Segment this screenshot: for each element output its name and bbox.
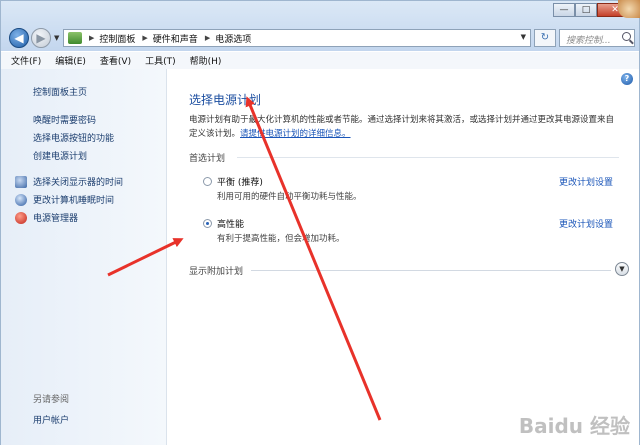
menu-file[interactable]: 文件(F)	[11, 54, 41, 67]
breadcrumb-separator-icon[interactable]: ▶	[89, 34, 94, 42]
show-additional-plans[interactable]: 显示附加计划	[189, 264, 243, 277]
sidebar-item-home[interactable]: 控制面板主页	[33, 85, 87, 98]
main-content: ? 选择电源计划 电源计划有助于最大化计算机的性能或者节能。通过选择计划来将其激…	[167, 69, 639, 445]
sleep-icon	[15, 194, 27, 206]
maximize-button[interactable]: □	[575, 3, 597, 17]
help-icon[interactable]: ?	[621, 73, 633, 85]
minimize-button[interactable]: —	[553, 3, 575, 17]
sidebar-item-create-plan[interactable]: 创建电源计划	[33, 149, 87, 162]
sidebar-item-user-accounts[interactable]: 用户帐户	[33, 413, 69, 426]
search-box[interactable]: 搜索控制...	[559, 29, 635, 47]
sidebar: 控制面板主页 唤醒时需要密码 选择电源按钮的功能 创建电源计划 选择关闭显示器的…	[1, 69, 167, 445]
plan-high-performance-name[interactable]: 高性能	[217, 217, 244, 230]
page-title: 选择电源计划	[189, 93, 262, 107]
monitor-icon	[15, 176, 27, 188]
sidebar-item-power-button[interactable]: 选择电源按钮的功能	[33, 131, 114, 144]
sidebar-item-display-off[interactable]: 选择关闭显示器的时间	[33, 175, 123, 188]
back-arrow-icon[interactable]: ◀	[9, 28, 29, 48]
additional-plans-divider	[251, 270, 611, 271]
forward-arrow-icon[interactable]: ▶	[31, 28, 51, 48]
section-divider	[237, 157, 619, 158]
breadcrumb-separator-icon[interactable]: ▶	[142, 34, 147, 42]
menu-help[interactable]: 帮助(H)	[190, 54, 222, 67]
power-manager-icon	[15, 212, 27, 224]
see-also-heading: 另请参阅	[33, 395, 70, 405]
search-icon[interactable]	[622, 32, 631, 41]
sidebar-item-wake-password[interactable]: 唤醒时需要密码	[33, 113, 96, 126]
plan-balanced-desc: 利用可用的硬件自动平衡功耗与性能。	[217, 192, 362, 202]
menu-edit[interactable]: 编辑(E)	[55, 54, 86, 67]
breadcrumb-hardware-sound[interactable]: 硬件和声音	[153, 32, 198, 45]
plan-high-performance-radio[interactable]	[203, 219, 212, 228]
menu-bar: 文件(F) 编辑(E) 查看(V) 工具(T) 帮助(H)	[1, 52, 639, 70]
control-panel-window: — □ ✕ ◀ ▶ ▼ ▶ 控制面板 ▶ 硬件和声音 ▶ 电源选项 ▼ ↻ 搜索…	[0, 0, 640, 445]
sidebar-item-sleep-time[interactable]: 更改计算机睡眠时间	[33, 193, 114, 206]
baidu-watermark: Baidu 经验	[518, 414, 630, 438]
plan-high-performance-settings-link[interactable]: 更改计划设置	[559, 217, 613, 230]
plan-high-performance-desc: 有利于提高性能，但会增加功耗。	[217, 234, 345, 244]
breadcrumb-power-options[interactable]: 电源选项	[215, 32, 251, 45]
breadcrumb-separator-icon[interactable]: ▶	[205, 34, 210, 42]
title-bar: — □ ✕ ◀ ▶ ▼ ▶ 控制面板 ▶ 硬件和声音 ▶ 电源选项 ▼ ↻ 搜索…	[1, 1, 639, 51]
refresh-icon[interactable]: ↻	[534, 29, 556, 47]
plan-details-link[interactable]: 请提供电源计划的详细信息。	[240, 129, 351, 139]
menu-tools[interactable]: 工具(T)	[145, 54, 176, 67]
page-description: 电源计划有助于最大化计算机的性能或者节能。通过选择计划来将其激活，或选择计划并通…	[189, 113, 619, 141]
control-panel-icon	[68, 32, 82, 44]
sidebar-item-power-manager[interactable]: 电源管理器	[33, 211, 78, 224]
plan-balanced-name[interactable]: 平衡 (推荐)	[217, 175, 263, 188]
address-dropdown-icon[interactable]: ▼	[521, 33, 526, 41]
avatar-icon	[618, 0, 640, 18]
preferred-plans-label: 首选计划	[189, 154, 226, 164]
plan-balanced-settings-link[interactable]: 更改计划设置	[559, 175, 613, 188]
address-bar[interactable]: ▶ 控制面板 ▶ 硬件和声音 ▶ 电源选项 ▼	[63, 29, 531, 47]
plan-balanced-radio[interactable]	[203, 177, 212, 186]
search-input[interactable]: 搜索控制...	[566, 33, 611, 46]
menu-view[interactable]: 查看(V)	[100, 54, 131, 67]
chevron-down-icon[interactable]: ▼	[615, 262, 629, 276]
history-dropdown-icon[interactable]: ▼	[54, 34, 59, 42]
breadcrumb-control-panel[interactable]: 控制面板	[99, 32, 135, 45]
